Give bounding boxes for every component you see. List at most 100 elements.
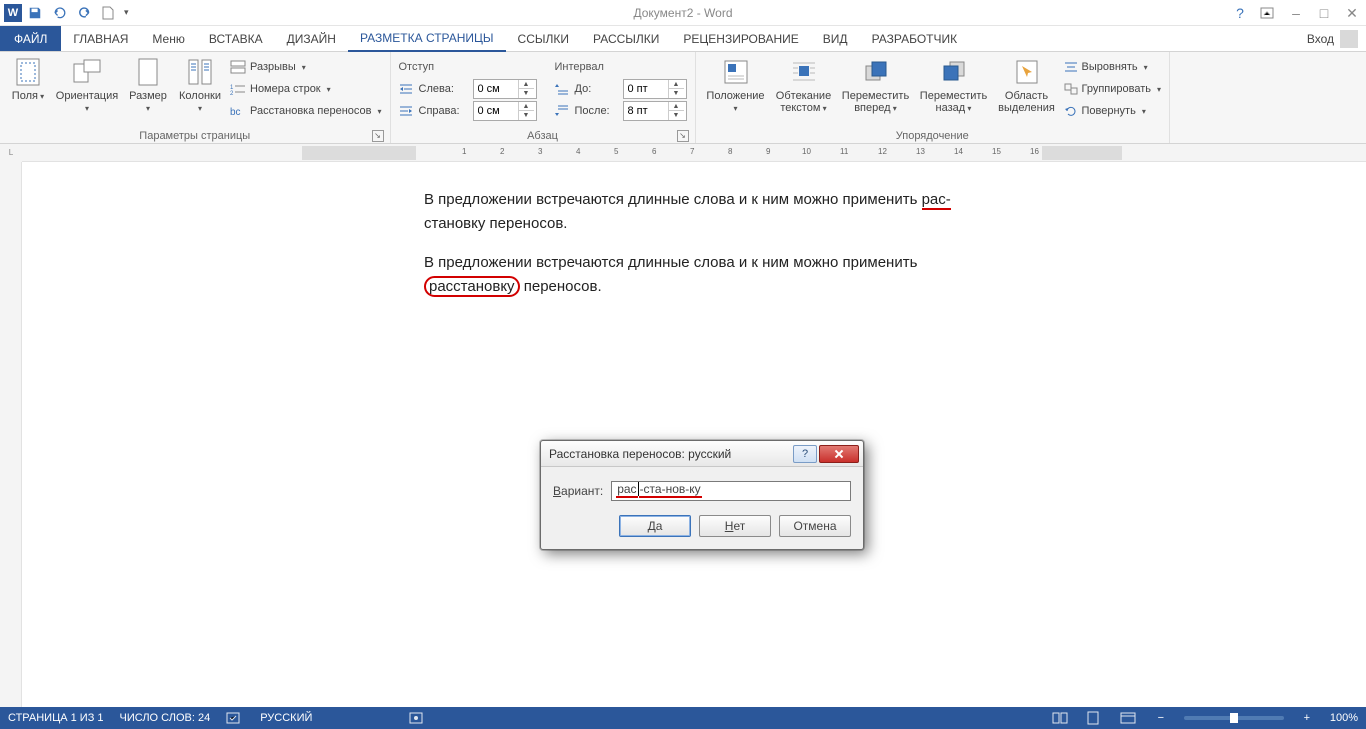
status-language[interactable]: РУССКИЙ — [260, 712, 312, 724]
tab-insert[interactable]: ВСТАВКА — [197, 26, 275, 51]
spacing-header: Интервал — [555, 61, 604, 73]
backward-label: Переместить назад — [918, 90, 990, 114]
margins-label: Поля — [8, 90, 48, 102]
wrap-text-button[interactable]: Обтекание текстом — [774, 56, 834, 114]
window-controls: ? – □ ✕ — [1232, 5, 1366, 21]
status-words[interactable]: ЧИСЛО СЛОВ: 24 — [120, 712, 211, 724]
tab-page-layout[interactable]: РАЗМЕТКА СТРАНИЦЫ — [348, 26, 506, 52]
space-after-row: После: ▲▼ — [555, 100, 687, 122]
dialog-close-icon[interactable] — [819, 445, 859, 463]
read-mode-icon[interactable] — [1052, 712, 1070, 724]
indent-left-label: Слева: — [419, 83, 467, 95]
dialog-title: Расстановка переносов: русский — [549, 447, 731, 461]
document-area[interactable]: 321 1234 5678 9101112 1314151617 В предл… — [22, 144, 1366, 707]
margins-button[interactable]: Поля — [8, 56, 48, 102]
zoom-level[interactable]: 100% — [1330, 712, 1358, 724]
svg-text:11: 11 — [840, 147, 849, 156]
yes-button[interactable]: Да — [619, 515, 691, 537]
tab-view[interactable]: ВИД — [811, 26, 860, 51]
group-page-setup: Поля Ориентация Размер Колонки Разрывы — [0, 52, 391, 143]
hyphenation-button[interactable]: bc Расстановка переносов — [230, 100, 382, 122]
signin[interactable]: Вход — [1299, 26, 1366, 51]
cancel-button[interactable]: Отмена — [779, 515, 851, 537]
dialog-help-icon[interactable]: ? — [793, 445, 817, 463]
macro-icon[interactable] — [408, 711, 426, 725]
page[interactable]: В предложении встречаются длинные слова … — [304, 170, 1094, 305]
paragraph-launcher-icon[interactable]: ↘ — [677, 130, 689, 142]
status-page[interactable]: СТРАНИЦА 1 ИЗ 1 — [8, 712, 104, 724]
minimize-icon[interactable]: – — [1288, 5, 1304, 21]
maximize-icon[interactable]: □ — [1316, 5, 1332, 21]
tab-references[interactable]: ССЫЛКИ — [506, 26, 581, 51]
dialog-titlebar[interactable]: Расстановка переносов: русский ? — [541, 441, 863, 467]
svg-text:13: 13 — [916, 147, 925, 156]
indent-right-input[interactable]: ▲▼ — [473, 101, 537, 121]
ribbon-display-icon[interactable] — [1260, 7, 1276, 19]
group-paragraph-label: Абзац↘ — [399, 129, 687, 142]
workspace: L 321 1234 5678 9101112 1314151617 — [0, 144, 1366, 707]
zoom-out-icon[interactable]: − — [1154, 712, 1168, 724]
indent-left-input[interactable]: ▲▼ — [473, 79, 537, 99]
group-objects-label: Группировать — [1082, 83, 1152, 95]
variant-input[interactable]: рас-ста-нов-ку — [611, 481, 851, 501]
page-setup-launcher-icon[interactable]: ↘ — [372, 130, 384, 142]
ruler-corner[interactable]: L — [0, 144, 22, 162]
svg-text:14: 14 — [954, 147, 963, 156]
line-numbers-button[interactable]: 12 Номера строк — [230, 78, 382, 100]
web-layout-icon[interactable] — [1120, 712, 1138, 724]
columns-label: Колонки — [176, 90, 224, 114]
hyphen-word-circled: расстановку — [424, 276, 520, 297]
close-icon[interactable]: ✕ — [1344, 5, 1360, 21]
group-button[interactable]: Группировать — [1064, 78, 1162, 100]
titlebar: W ▾ Документ2 - Word ? – □ ✕ — [0, 0, 1366, 26]
tab-developer[interactable]: РАЗРАБОТЧИК — [860, 26, 970, 51]
group-paragraph: Отступ Слева: ▲▼ Справа: ▲▼ Интервал До: — [391, 52, 696, 143]
tab-home[interactable]: ГЛАВНАЯ — [61, 26, 140, 51]
space-after-input[interactable]: ▲▼ — [623, 101, 687, 121]
breaks-button[interactable]: Разрывы — [230, 56, 382, 78]
tab-design[interactable]: ДИЗАЙН — [275, 26, 348, 51]
align-label: Выровнять — [1082, 61, 1138, 73]
ribbon-tabs: ФАЙЛ ГЛАВНАЯ Меню ВСТАВКА ДИЗАЙН РАЗМЕТК… — [0, 26, 1366, 52]
proofing-icon[interactable] — [226, 711, 244, 725]
svg-text:15: 15 — [992, 147, 1001, 156]
tab-mailings[interactable]: РАССЫЛКИ — [581, 26, 671, 51]
paragraph-1[interactable]: В предложении встречаются длинные слова … — [304, 170, 1094, 243]
space-before-input[interactable]: ▲▼ — [623, 79, 687, 99]
tab-menu[interactable]: Меню — [140, 26, 196, 51]
new-doc-icon[interactable] — [102, 6, 114, 20]
group-arrange-label: Упорядочение — [704, 129, 1162, 142]
save-icon[interactable] — [28, 6, 42, 20]
redo-icon[interactable] — [78, 6, 92, 20]
position-button[interactable]: Положение — [704, 56, 768, 114]
align-button[interactable]: Выровнять — [1064, 56, 1162, 78]
orientation-button[interactable]: Ориентация — [54, 56, 120, 114]
space-before-row: До: ▲▼ — [555, 78, 687, 100]
selection-pane-button[interactable]: Область выделения — [996, 56, 1058, 114]
window-title: Документ2 - Word — [0, 6, 1366, 20]
horizontal-ruler[interactable]: 321 1234 5678 9101112 1314151617 — [22, 144, 1366, 162]
tab-review[interactable]: РЕЦЕНЗИРОВАНИЕ — [671, 26, 810, 51]
undo-icon[interactable] — [52, 6, 68, 20]
zoom-slider[interactable] — [1184, 716, 1284, 720]
send-backward-button[interactable]: Переместить назад — [918, 56, 990, 114]
help-icon[interactable]: ? — [1232, 5, 1248, 21]
tab-file[interactable]: ФАЙЛ — [0, 26, 61, 51]
svg-text:6: 6 — [652, 147, 657, 156]
bring-forward-button[interactable]: Переместить вперед — [840, 56, 912, 114]
group-page-setup-label: Параметры страницы↘ — [8, 129, 382, 142]
wrap-label: Обтекание текстом — [774, 90, 834, 114]
vertical-ruler: L — [0, 144, 22, 707]
size-button[interactable]: Размер — [126, 56, 170, 114]
svg-text:3: 3 — [538, 147, 543, 156]
indent-right-label: Справа: — [419, 105, 467, 117]
columns-button[interactable]: Колонки — [176, 56, 224, 114]
no-button[interactable]: Нет — [699, 515, 771, 537]
variant-label: ВВариант:ариант: — [553, 484, 603, 498]
paragraph-2[interactable]: В предложении встречаются длинные слова … — [304, 243, 1094, 306]
print-layout-icon[interactable] — [1086, 711, 1104, 725]
rotate-button[interactable]: Повернуть — [1064, 100, 1162, 122]
zoom-in-icon[interactable]: + — [1300, 712, 1314, 724]
app-icon: W — [4, 4, 22, 22]
qat-customize-icon[interactable]: ▾ — [124, 7, 129, 18]
